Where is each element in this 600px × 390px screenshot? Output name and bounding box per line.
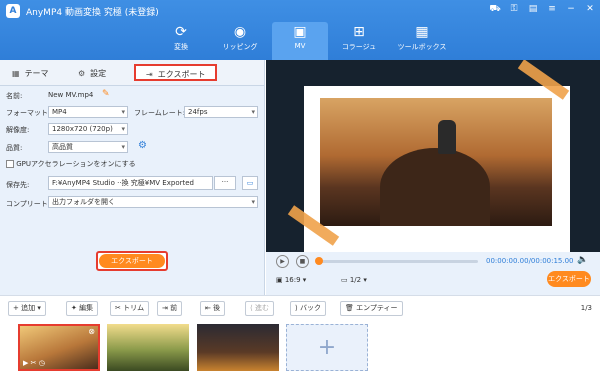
tab-collage[interactable]: ⊞ コラージュ [331,22,387,60]
save-label: 保存先: [6,181,30,189]
resolution-select[interactable]: 1280x720 (720p) ▾ [48,123,128,135]
app-logo: A [6,4,20,18]
complete-label: コンプリート: [6,200,51,208]
back-button[interactable]: ⟩ バック [290,301,326,316]
tab-export[interactable]: ⇥ エクスポート [134,64,218,81]
format-label: フォーマット: [6,109,51,117]
aspect-icon: ▣ [276,276,285,284]
export-icon: ⇥ [146,70,153,79]
format-select[interactable]: MP4 ▾ [48,106,128,118]
tab-ripper[interactable]: ◉ リッピング [212,22,268,60]
page-indicator: 1/3 [580,304,592,312]
video-preview [266,60,600,252]
framerate-label: フレームレート: [134,109,186,117]
backward-button[interactable]: ⇤ 後 [200,301,226,316]
close-icon[interactable]: ⊗ [88,327,95,336]
clip-thumbnail-3[interactable] [197,324,279,371]
tab-mv[interactable]: ▣ MV [272,22,328,60]
chevron-down-icon: ▾ [121,143,125,151]
preview-image [320,98,552,226]
subtab-bar: ▦ テーマ ⚙ 設定 ⇥ エクスポート [0,60,264,86]
resolution-label: 解像度: [6,126,30,134]
clip-thumbnail-1[interactable]: ⊗ ▶ ✂ ◷ [18,324,100,371]
grid-icon: ▦ [12,69,20,78]
page-select[interactable]: ▭ 1/2 ▾ [341,276,367,284]
quality-label: 品質: [6,144,23,152]
toolbox-icon: ▦ [415,24,429,40]
rock-shape [380,148,490,226]
minimize-icon[interactable]: − [565,3,577,15]
stop-icon[interactable]: ■ [296,255,309,268]
add-button[interactable]: + 追加 ▾ [8,301,46,316]
ripper-icon: ◉ [233,24,247,40]
chevron-down-icon: ▾ [121,108,125,116]
convert-icon: ⟳ [175,24,187,40]
chevron-down-icon: ▾ [121,125,125,133]
edit-button[interactable]: ✦ 編集 [66,301,99,316]
player-controls: ▶ ■ 00:00:00.00/00:00:15.00 🔈 ▣ 16:9 ▾ ▭… [266,252,600,295]
empty-button[interactable]: 🗑 エンプティー [340,301,403,316]
name-label: 名前: [6,92,23,100]
plus-icon: + [13,304,22,312]
edit-icon: ✦ [71,304,80,312]
ahead-button[interactable]: ⟨ 進む [245,301,274,316]
cart-icon[interactable]: ⛟ [489,3,501,15]
export-small-button[interactable]: エクスポート [547,271,591,287]
collage-icon: ⊞ [353,24,365,40]
forward-button[interactable]: ⇥ 前 [157,301,183,316]
register-icon[interactable]: ▤ [527,3,539,15]
menu-icon[interactable]: ≡ [546,3,558,15]
trim-button[interactable]: ✂ トリム [110,301,150,316]
save-path-field[interactable]: F:¥AnyMP4 Studio ··換 究極¥MV Exported [48,176,213,190]
browse-button[interactable]: ··· [214,176,236,190]
progress-handle[interactable] [315,257,323,265]
progress-bar[interactable] [315,257,478,265]
folder-icon[interactable]: ▭ [242,176,258,190]
time-display: 00:00:00.00/00:00:15.00 [486,257,574,265]
gear-icon: ⚙ [78,69,86,78]
scissors-icon: ✂ [115,304,124,312]
gpu-checkbox[interactable] [6,160,14,168]
pencil-icon[interactable]: ✎ [102,89,110,99]
monitor-icon: ▭ [341,276,350,284]
timeline-area: + 追加 ▾ ✦ 編集 ✂ トリム ⇥ 前 ⇤ 後 ⟨ 進む ⟩ バック 🗑 エ… [0,295,600,390]
tab-convert[interactable]: ⟳ 変換 [153,22,209,60]
window-controls: ⛟ ⚿ ▤ ≡ − ✕ [489,3,596,15]
app-title: AnyMP4 動画変換 究極 (未登録) [26,8,159,18]
hiker-shape [438,120,456,154]
chevron-down-icon: ▾ [251,198,255,206]
quality-select[interactable]: 高品質 ▾ [48,141,128,153]
clip-tools-icon[interactable]: ▶ ✂ ◷ [23,359,45,367]
add-clip-button[interactable]: + [286,324,368,371]
play-icon[interactable]: ▶ [276,255,289,268]
volume-icon[interactable]: 🔈 [577,255,588,265]
mv-icon: ▣ [293,24,307,40]
tab-settings[interactable]: ⚙ 設定 [78,65,106,82]
trash-icon: 🗑 [345,304,357,312]
move-forward-icon: ⇥ [162,304,171,312]
title-bar: A AnyMP4 動画変換 究極 (未登録) ⛟ ⚿ ▤ ≡ − ✕ ⟳ 変換 … [0,0,600,60]
tab-theme[interactable]: ▦ テーマ [12,65,49,82]
preview-frame [304,86,570,252]
name-value[interactable]: New MV.mp4 [48,91,93,99]
gpu-option: GPUアクセラレーションをオンにする [6,159,136,169]
chevron-down-icon: ▾ [251,108,255,116]
export-button[interactable]: エクスポート [96,251,168,271]
quality-settings-gear-icon[interactable]: ⚙ [138,140,147,151]
tab-toolbox[interactable]: ▦ ツールボックス [390,22,454,60]
clip-thumbnail-2[interactable] [107,324,189,371]
complete-select[interactable]: 出力フォルダを開く ▾ [48,196,258,208]
key-icon[interactable]: ⚿ [508,3,520,15]
framerate-select[interactable]: 24fps ▾ [184,106,258,118]
move-backward-icon: ⇤ [205,304,214,312]
close-icon[interactable]: ✕ [584,3,596,15]
aspect-select[interactable]: ▣ 16:9 ▾ [276,276,306,284]
